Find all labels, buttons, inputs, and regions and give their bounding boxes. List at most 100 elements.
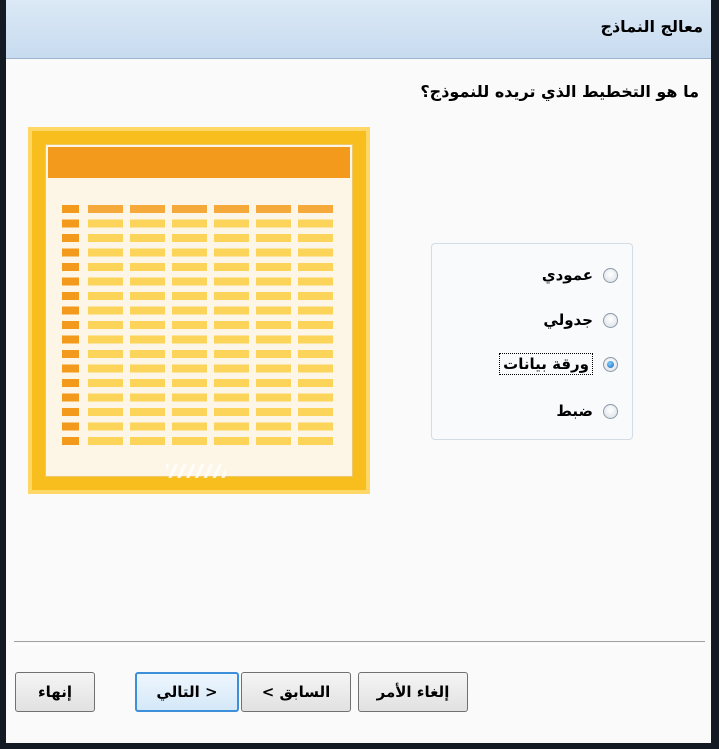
preview-cell (88, 350, 123, 358)
radio-label-datasheet: ورقة بيانات (499, 353, 593, 375)
finish-button[interactable]: إنهاء (15, 672, 95, 712)
preview-cell (88, 205, 123, 213)
preview-cell (298, 393, 333, 402)
preview-row-selector (62, 350, 79, 358)
preview-cell (256, 292, 291, 300)
preview-cell (214, 422, 249, 431)
preview-cell (298, 292, 333, 300)
preview-cell (256, 364, 291, 373)
preview-cell (130, 422, 165, 431)
preview-cell (298, 335, 333, 344)
preview-cell (256, 335, 291, 344)
preview-row-selector (62, 437, 79, 445)
title-bar: معالج النماذج (6, 0, 711, 59)
footer-separator (14, 641, 705, 645)
preview-row-selector (62, 205, 79, 213)
preview-cell (130, 364, 165, 373)
preview-cell (298, 350, 333, 358)
preview-cell (256, 350, 291, 358)
preview-cell (130, 234, 165, 242)
preview-cell (256, 408, 291, 416)
preview-cell (172, 379, 207, 387)
preview-cell (298, 306, 333, 315)
preview-cell (172, 219, 207, 228)
radio-button-justified[interactable] (603, 403, 618, 419)
preview-cell (214, 321, 249, 329)
preview-cell (298, 437, 333, 445)
preview-cell (214, 306, 249, 315)
preview-cell (298, 234, 333, 242)
radio-button-columnar[interactable] (603, 267, 618, 283)
preview-row-selector (62, 364, 79, 373)
preview-cell (256, 306, 291, 315)
preview-cell (88, 263, 123, 271)
next-button[interactable]: التالي > (135, 672, 239, 712)
preview-cell (172, 248, 207, 257)
preview-row-selector (62, 379, 79, 387)
preview-row-selector (62, 277, 79, 286)
preview-cell (214, 437, 249, 445)
preview-cell (214, 263, 249, 271)
preview-cell (130, 306, 165, 315)
preview-cell (88, 277, 123, 286)
radio-label-justified: ضبط (556, 402, 593, 420)
layout-preview-image (28, 127, 370, 494)
preview-cell (88, 234, 123, 242)
preview-row-selector (62, 335, 79, 344)
preview-row-selector (62, 248, 79, 257)
preview-cell (88, 248, 123, 257)
preview-row-selector (62, 321, 79, 329)
preview-cell (214, 364, 249, 373)
preview-cell (130, 205, 165, 213)
radio-option-columnar[interactable]: عمودي (542, 260, 618, 290)
preview-cell (88, 306, 123, 315)
preview-cell (172, 321, 207, 329)
preview-cell (172, 234, 207, 242)
preview-cell (172, 306, 207, 315)
preview-cell (130, 393, 165, 402)
preview-cell (256, 219, 291, 228)
preview-cell (130, 350, 165, 358)
preview-cell (298, 321, 333, 329)
preview-cell (298, 219, 333, 228)
preview-cell (172, 205, 207, 213)
preview-cell (88, 219, 123, 228)
preview-cell (88, 379, 123, 387)
preview-cell (214, 350, 249, 358)
preview-cell (172, 350, 207, 358)
preview-cell (130, 437, 165, 445)
radio-option-tabular[interactable]: جدولي (543, 305, 618, 335)
preview-cell (298, 277, 333, 286)
preview-cell (88, 292, 123, 300)
radio-option-justified[interactable]: ضبط (556, 396, 618, 426)
preview-cell (214, 219, 249, 228)
preview-cell (256, 422, 291, 431)
preview-row-selector (62, 393, 79, 402)
preview-cell (172, 408, 207, 416)
preview-cell (214, 335, 249, 344)
back-button[interactable]: < السابق (241, 672, 351, 712)
preview-cell (298, 364, 333, 373)
preview-cell (130, 263, 165, 271)
radio-button-tabular[interactable] (603, 312, 618, 328)
preview-cell (130, 335, 165, 344)
preview-cell (130, 219, 165, 228)
preview-cell (172, 335, 207, 344)
preview-cell (88, 408, 123, 416)
preview-cell (256, 263, 291, 271)
radio-button-datasheet[interactable] (603, 356, 618, 372)
preview-cell (130, 277, 165, 286)
layout-question: ما هو التخطيط الذي تريده للنموذج؟ (420, 82, 699, 101)
preview-row-selector (62, 219, 79, 228)
preview-header-bar (48, 147, 350, 178)
preview-decoration (166, 464, 226, 478)
preview-row-selector (62, 234, 79, 242)
preview-cell (214, 248, 249, 257)
preview-cell (130, 248, 165, 257)
preview-cell (88, 393, 123, 402)
radio-option-datasheet[interactable]: ورقة بيانات (499, 349, 618, 379)
cancel-button[interactable]: إلغاء الأمر (358, 672, 468, 712)
preview-cell (256, 277, 291, 286)
preview-cell (298, 422, 333, 431)
preview-cell (256, 379, 291, 387)
